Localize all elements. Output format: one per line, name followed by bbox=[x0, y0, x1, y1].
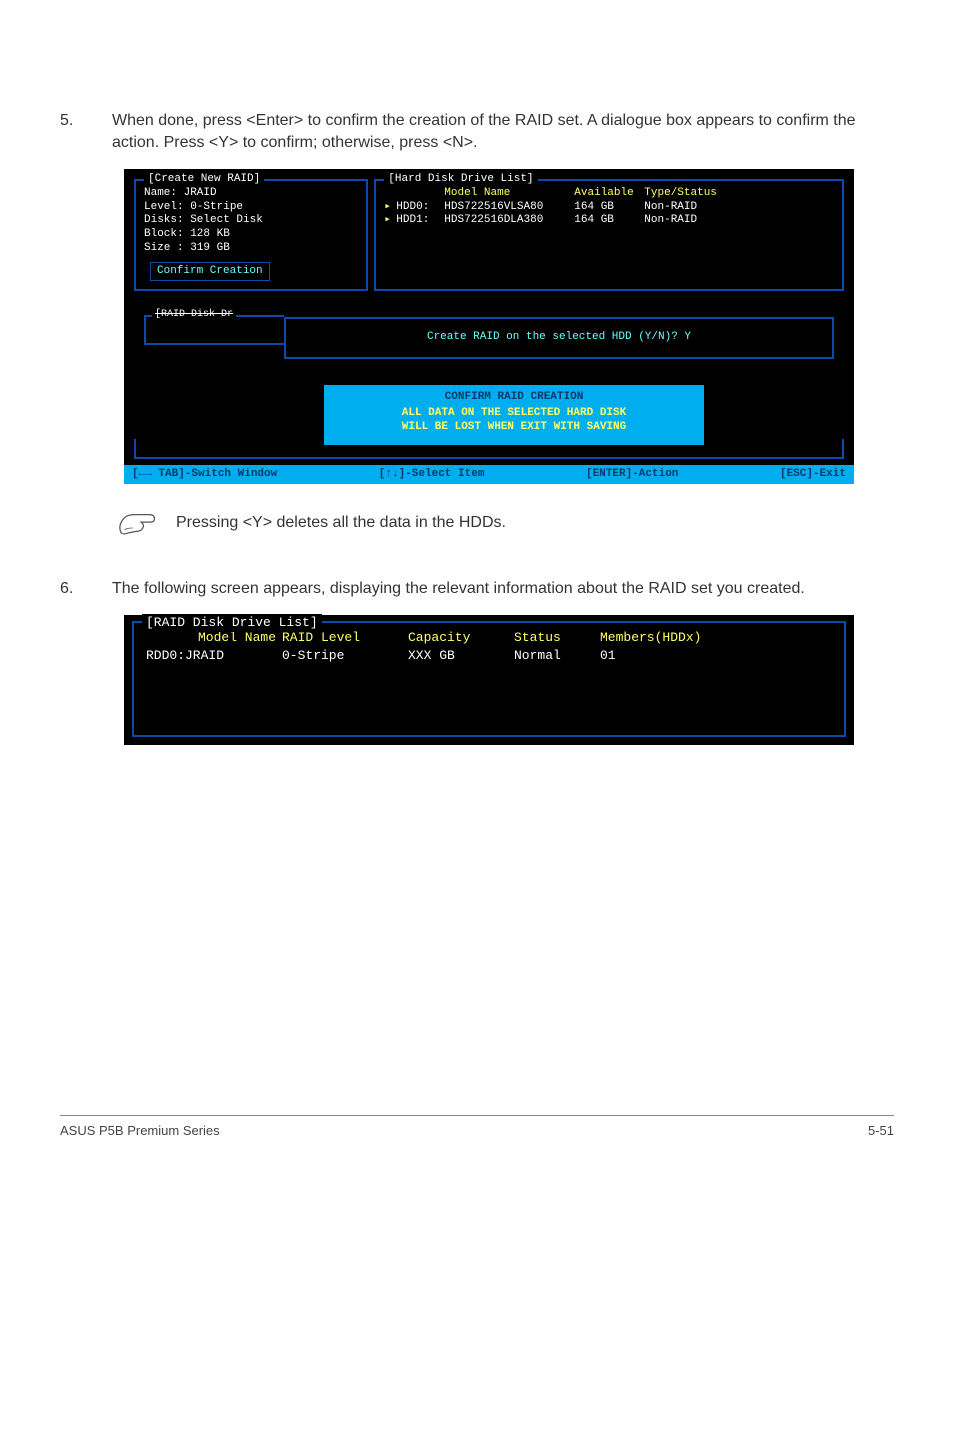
hdd-list-panel: [Hard Disk Drive List] Model Name Availa… bbox=[374, 179, 844, 292]
create-new-raid-panel: [Create New RAID] Name: JRAID Level: 0-S… bbox=[134, 179, 368, 292]
hdd-row-0: ▸ HDD0: HDS722516VLSA80 164 GB Non-RAID bbox=[384, 201, 834, 215]
hdd-head-model: Model Name bbox=[444, 187, 574, 201]
key-select: [↑↓]-Select Item bbox=[379, 468, 485, 482]
bios-screenshot-2: [RAID Disk Drive List] Model Name RAID L… bbox=[124, 615, 854, 745]
confirm-raid-creation-box: CONFIRM RAID CREATION ALL DATA ON THE SE… bbox=[324, 385, 704, 444]
col-members: Members(HDDx) bbox=[600, 629, 701, 647]
raid-list-stub: [RAID Disk Dr bbox=[144, 315, 284, 345]
hdd0-name: HDS722516VLSA80 bbox=[444, 201, 574, 215]
hdd1-idx: HDD1: bbox=[396, 214, 444, 228]
r0-level: 0-Stripe bbox=[282, 647, 402, 665]
create-line-size: Size : 319 GB bbox=[144, 242, 358, 256]
raid-disk-drive-list-panel: [RAID Disk Drive List] Model Name RAID L… bbox=[132, 621, 846, 737]
key-enter: [ENTER]-Action bbox=[586, 468, 678, 482]
step-6: 6. The following screen appears, display… bbox=[60, 578, 894, 600]
marker-icon: ▸ bbox=[384, 201, 396, 215]
bios-screenshot-1: [Create New RAID] Name: JRAID Level: 0-S… bbox=[124, 169, 854, 485]
note-text: Pressing <Y> deletes all the data in the… bbox=[176, 508, 506, 534]
r0-memb: 01 bbox=[600, 647, 616, 665]
panel2-title: [RAID Disk Drive List] bbox=[142, 614, 322, 632]
col-capacity: Capacity bbox=[408, 629, 508, 647]
hdd-row-1: ▸ HDD1: HDS722516DLA380 164 GB Non-RAID bbox=[384, 214, 834, 228]
hdd0-type: Non-RAID bbox=[644, 201, 697, 215]
raid-row-0: RDD0:JRAID 0-Stripe XXX GB Normal 01 bbox=[146, 647, 832, 665]
step-5: 5. When done, press <Enter> to confirm t… bbox=[60, 110, 894, 155]
r0-model: RDD0:JRAID bbox=[146, 647, 276, 665]
confirm-box-line-b: WILL BE LOST WHEN EXIT WITH SAVING bbox=[346, 421, 682, 435]
footer-left: ASUS P5B Premium Series bbox=[60, 1122, 220, 1140]
r0-stat: Normal bbox=[514, 647, 594, 665]
hdd-head-avail: Available bbox=[574, 187, 644, 201]
hdd1-avail: 164 GB bbox=[574, 214, 644, 228]
confirm-box-title: CONFIRM RAID CREATION bbox=[346, 391, 682, 405]
confirm-box-line-a: ALL DATA ON THE SELECTED HARD DISK bbox=[346, 407, 682, 421]
key-tab: [←→ TAB]-Switch Window bbox=[132, 468, 277, 482]
step-5-number: 5. bbox=[60, 110, 84, 155]
hdd-head-type: Type/Status bbox=[644, 187, 717, 201]
hdd0-idx: HDD0: bbox=[396, 201, 444, 215]
hdd1-name: HDS722516DLA380 bbox=[444, 214, 574, 228]
bios-keybar: [←→ TAB]-Switch Window [↑↓]-Select Item … bbox=[124, 465, 854, 485]
pointing-hand-icon bbox=[116, 508, 158, 538]
create-line-block: Block: 128 KB bbox=[144, 228, 358, 242]
step-6-number: 6. bbox=[60, 578, 84, 600]
hdd-panel-title: [Hard Disk Drive List] bbox=[384, 173, 537, 187]
create-line-disks: Disks: Select Disk bbox=[144, 214, 358, 228]
r0-cap: XXX GB bbox=[408, 647, 508, 665]
note-callout: Pressing <Y> deletes all the data in the… bbox=[116, 508, 854, 538]
create-panel-title: [Create New RAID] bbox=[144, 173, 264, 187]
step-5-text: When done, press <Enter> to confirm the … bbox=[112, 110, 894, 155]
page-footer: ASUS P5B Premium Series 5-51 bbox=[60, 1115, 894, 1140]
col-status: Status bbox=[514, 629, 594, 647]
step-6-text: The following screen appears, displaying… bbox=[112, 578, 894, 600]
marker-icon: ▸ bbox=[384, 214, 396, 228]
create-line-name: Name: JRAID bbox=[144, 187, 358, 201]
raid-list-stub-title: [RAID Disk Dr bbox=[152, 309, 236, 322]
key-esc: [ESC]-Exit bbox=[780, 468, 846, 482]
hdd0-avail: 164 GB bbox=[574, 201, 644, 215]
create-raid-dialog: Create RAID on the selected HDD (Y/N)? Y bbox=[284, 317, 834, 359]
confirm-creation-button[interactable]: Confirm Creation bbox=[150, 262, 270, 282]
dialog-prompt[interactable]: Create RAID on the selected HDD (Y/N)? Y bbox=[306, 331, 812, 345]
create-line-level: Level: 0-Stripe bbox=[144, 201, 358, 215]
footer-right: 5-51 bbox=[868, 1122, 894, 1140]
hdd1-type: Non-RAID bbox=[644, 214, 697, 228]
